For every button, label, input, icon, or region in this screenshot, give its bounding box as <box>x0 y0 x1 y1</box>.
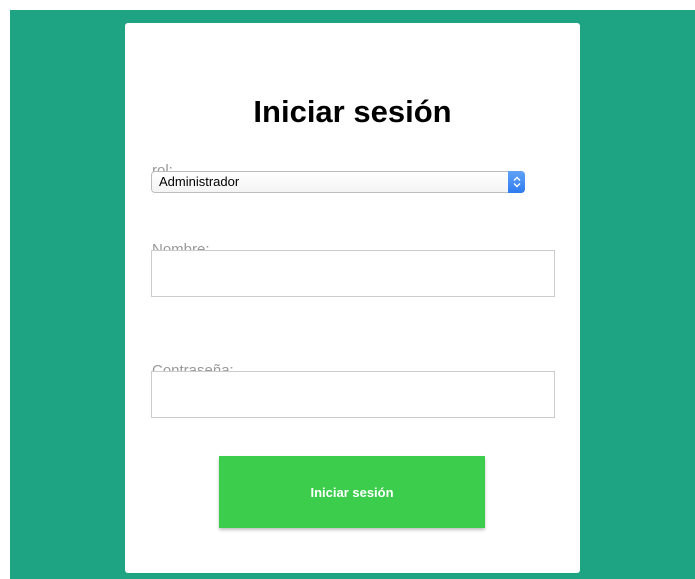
page-title: Iniciar sesión <box>253 94 452 129</box>
role-select-value: Administrador <box>159 174 240 189</box>
login-button[interactable]: Iniciar sesión <box>219 456 485 528</box>
login-card: Iniciar sesión rol: Administrador Nombre… <box>125 23 580 573</box>
password-input[interactable] <box>151 371 555 418</box>
role-select[interactable]: Administrador <box>151 171 525 193</box>
name-input[interactable] <box>151 250 555 297</box>
chevron-up-down-icon <box>508 171 525 193</box>
